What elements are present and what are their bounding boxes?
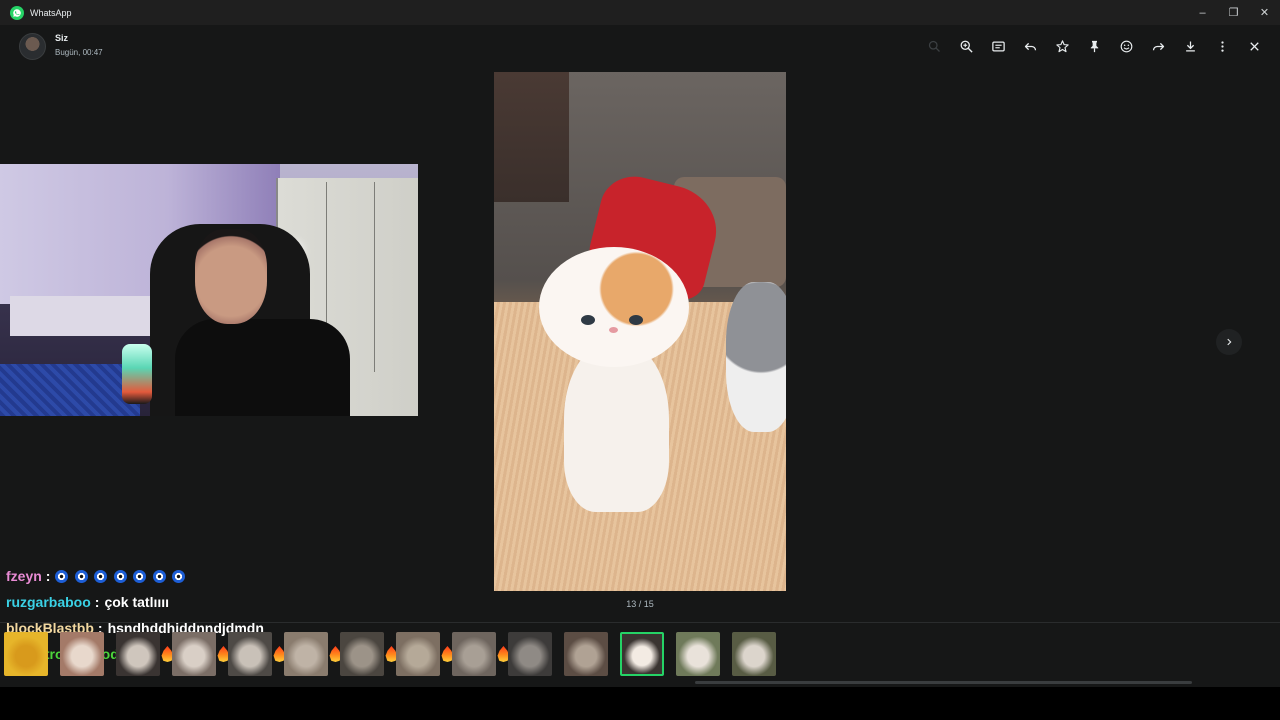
thumbnail[interactable] — [172, 632, 216, 676]
thumbnail-selected[interactable] — [620, 632, 664, 676]
chat-username: ruzgarbaboo — [6, 594, 91, 610]
viewer-header: Siz Bugün, 00:47 — [0, 25, 1280, 69]
chat-username: fzeyn — [6, 568, 42, 584]
thumbnail[interactable] — [228, 632, 272, 676]
search-icon — [928, 40, 940, 52]
download-icon — [1185, 41, 1195, 51]
chat-separator: : — [94, 594, 100, 610]
react-button[interactable] — [1110, 31, 1142, 61]
media-viewer: Siz Bugün, 00:47 13 / 15 fzeyn: ruzgarb… — [0, 25, 1280, 687]
sender-name: Siz — [55, 33, 69, 43]
thumbnail[interactable] — [508, 632, 552, 676]
chat-line: ruzgarbaboo: çok tatlıııı — [6, 589, 566, 615]
viewer-toolbar — [918, 31, 1270, 61]
close-window-button[interactable]: ✕ — [1249, 0, 1280, 25]
star-button[interactable] — [1046, 31, 1078, 61]
close-icon — [1249, 41, 1259, 51]
caption-icon — [991, 41, 1005, 51]
more-icon — [1220, 40, 1224, 52]
thumbnail[interactable] — [116, 632, 160, 676]
close-viewer-button[interactable] — [1238, 31, 1270, 61]
pin-icon — [1090, 40, 1098, 52]
title-bar: WhatsApp – ❐ ✕ — [0, 0, 1280, 25]
zoom-in-button[interactable] — [950, 31, 982, 61]
star-icon — [1055, 39, 1069, 52]
thumbnail[interactable] — [284, 632, 328, 676]
emoji-icon — [1120, 40, 1132, 52]
thumbnail[interactable] — [396, 632, 440, 676]
reply-icon — [1024, 42, 1036, 50]
forward-icon — [1152, 42, 1164, 50]
sender-time: Bugün, 00:47 — [55, 48, 103, 57]
nazar-eye-emoji-icon — [55, 569, 69, 583]
kitten-photo[interactable] — [494, 72, 786, 591]
thumbnail[interactable] — [340, 632, 384, 676]
nazar-eye-emoji-icon — [94, 569, 108, 583]
minimize-button[interactable]: – — [1187, 0, 1218, 25]
media-counter: 13 / 15 — [626, 599, 654, 609]
scrollbar-thumb[interactable] — [695, 681, 1192, 684]
thumbnail[interactable] — [732, 632, 776, 676]
webcam-overlay — [0, 164, 418, 416]
chat-separator: : — [45, 568, 51, 584]
next-media-button[interactable] — [1216, 329, 1242, 355]
zoom-in-icon — [960, 40, 973, 53]
chat-line: fzeyn: — [6, 563, 566, 589]
restore-button[interactable]: ❐ — [1218, 0, 1249, 25]
search-button[interactable] — [918, 31, 950, 61]
thumbnail-scrollbar[interactable] — [0, 681, 1280, 684]
more-options-button[interactable] — [1206, 31, 1238, 61]
nazar-eye-emoji-icon — [113, 569, 127, 583]
whatsapp-logo-icon — [10, 5, 24, 20]
thumbnail[interactable] — [676, 632, 720, 676]
thumbnail-strip — [0, 622, 1280, 684]
avatar[interactable] — [19, 33, 46, 60]
nazar-eye-emoji-icon — [133, 569, 147, 583]
thumbnail[interactable] — [452, 632, 496, 676]
caption-button[interactable] — [982, 31, 1014, 61]
download-button[interactable] — [1174, 31, 1206, 61]
taskbar — [0, 687, 1280, 720]
reply-button[interactable] — [1014, 31, 1046, 61]
nazar-eye-emoji-icon — [74, 569, 88, 583]
app-title: WhatsApp — [30, 7, 72, 18]
nazar-eye-emoji-icon — [152, 569, 166, 583]
thumbnail[interactable] — [4, 632, 48, 676]
chevron-right-icon — [1227, 338, 1232, 346]
forward-button[interactable] — [1142, 31, 1174, 61]
pin-button[interactable] — [1078, 31, 1110, 61]
nazar-eye-emoji-icon — [172, 569, 186, 583]
thumbnail[interactable] — [564, 632, 608, 676]
chat-message: çok tatlıııı — [104, 594, 170, 610]
thumbnail[interactable] — [60, 632, 104, 676]
